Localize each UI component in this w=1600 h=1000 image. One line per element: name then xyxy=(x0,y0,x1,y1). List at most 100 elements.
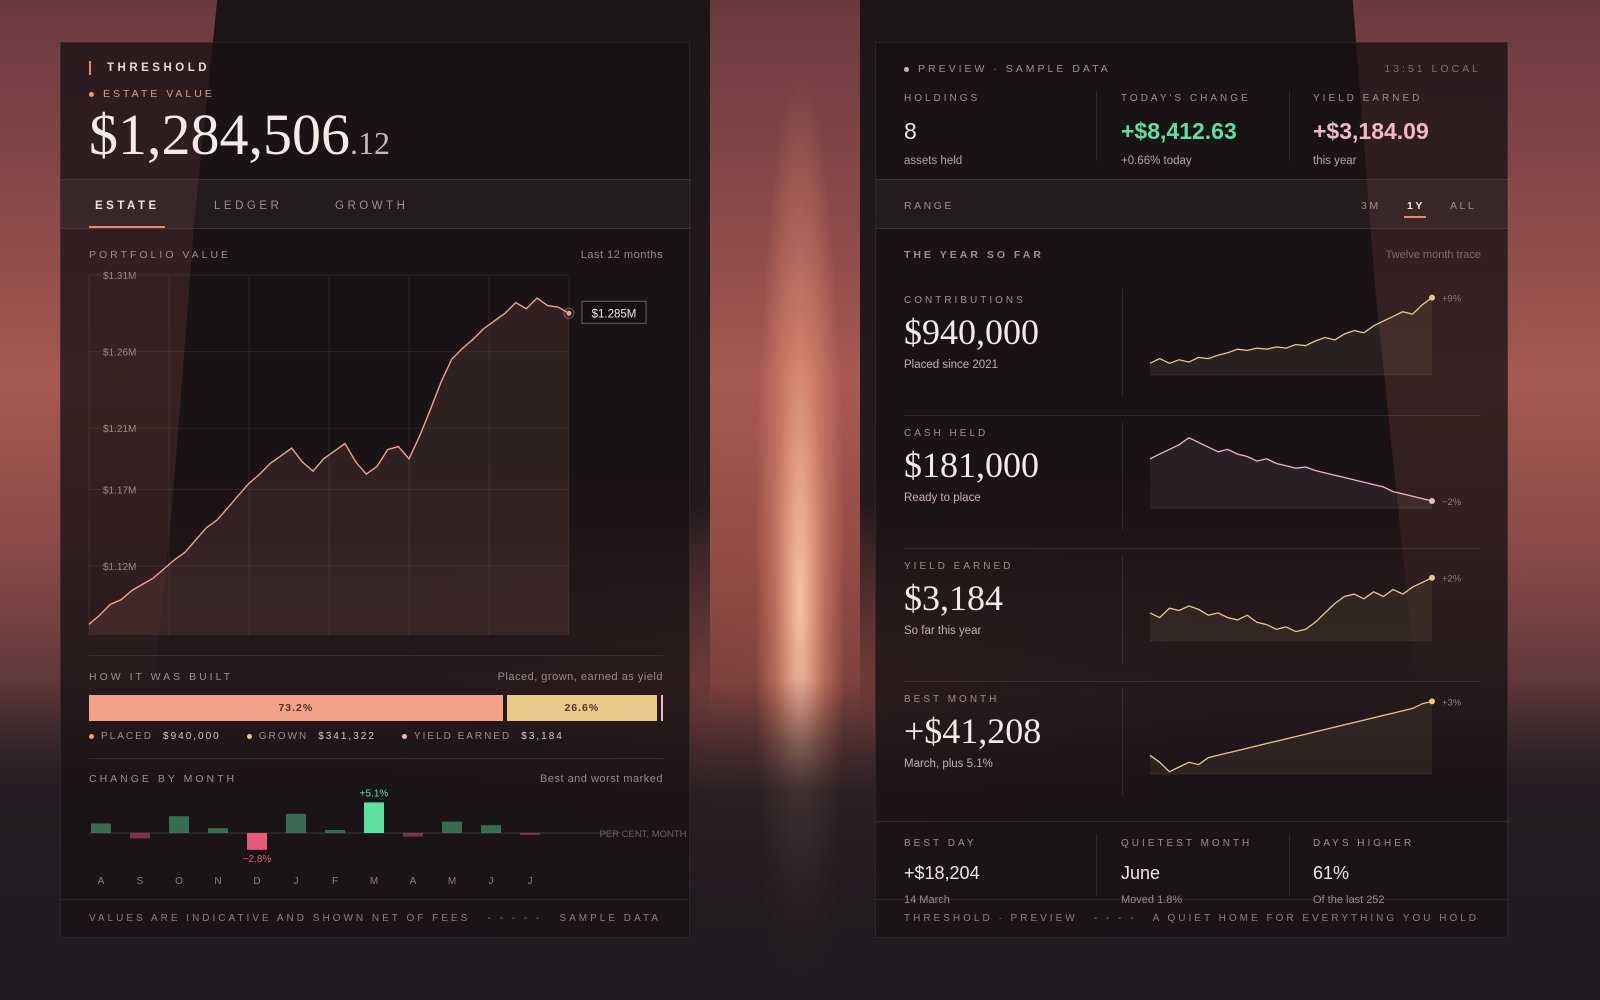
stat-days-higher: DAYS HIGHER 61% Of the last 252 xyxy=(1313,838,1414,906)
footer-tagline: A QUIET HOME FOR EVERYTHING YOU HOLD xyxy=(1152,913,1479,924)
unit-label: PER CENT, MONTH xyxy=(599,829,686,840)
month-bar[interactable] xyxy=(130,833,150,839)
year-header: THE YEAR SO FAR Twelve month trace xyxy=(904,249,1481,261)
built-meta: Placed, grown, earned as yield xyxy=(497,671,663,683)
month-label: J xyxy=(294,876,299,887)
grown-segment[interactable]: 26.6% xyxy=(506,695,658,721)
metric-yield-earned-label: YIELD EARNED xyxy=(904,561,1014,572)
grown-dot-icon xyxy=(246,734,252,739)
cash-held-sparkline[interactable]: −2% xyxy=(1142,418,1482,518)
summary-panel: PREVIEW · SAMPLE DATA 13:51 LOCAL HOLDIN… xyxy=(875,42,1509,938)
month-bar[interactable] xyxy=(208,828,228,833)
tabs-bar: ESTATE LEDGER GROWTH xyxy=(61,179,691,229)
stat-yield-earned: YIELD EARNED +$3,184.09 this year xyxy=(1313,93,1429,167)
active-tab-indicator xyxy=(89,226,165,228)
preview-header: PREVIEW · SAMPLE DATA 13:51 LOCAL xyxy=(904,63,1481,75)
stat-divider xyxy=(1289,834,1290,896)
sparkline-endpoint xyxy=(1429,574,1435,581)
legend-placed-label: PLACED xyxy=(101,731,154,742)
tab-ledger[interactable]: LEDGER xyxy=(214,200,282,212)
placed-segment[interactable]: 73.2% xyxy=(89,695,503,721)
metric-contributions-label: CONTRIBUTIONS xyxy=(904,295,1026,306)
month-label: F xyxy=(332,876,338,887)
month-label: A xyxy=(98,876,105,887)
portfolio-header: PORTFOLIO VALUE Last 12 months xyxy=(89,249,663,261)
legend-yield-value: $3,184 xyxy=(521,731,564,742)
built-title: HOW IT WAS BUILT xyxy=(89,671,234,683)
active-range-indicator xyxy=(1404,216,1426,218)
stat-days-higher-value: 61% xyxy=(1313,863,1350,883)
metric-cash-held-value: $181,000 xyxy=(904,445,1039,485)
contributions-sparkline[interactable]: +9% xyxy=(1142,285,1482,385)
month-bar[interactable] xyxy=(442,821,462,833)
sparkline-change-label: +2% xyxy=(1442,574,1462,585)
sparkline-change-label: +9% xyxy=(1442,294,1462,305)
footer-sample-data: SAMPLE DATA xyxy=(559,913,661,924)
tab-estate[interactable]: ESTATE xyxy=(95,200,160,212)
month-bar[interactable] xyxy=(286,813,306,833)
footer-disclaimer: VALUES ARE INDICATIVE AND SHOWN NET OF F… xyxy=(89,913,471,924)
divider xyxy=(89,655,663,656)
metric-divider xyxy=(1122,289,1123,397)
month-bar[interactable] xyxy=(247,833,267,850)
estate-dot-icon xyxy=(89,92,94,97)
stat-divider xyxy=(1096,91,1097,161)
year-title: THE YEAR SO FAR xyxy=(904,249,1044,261)
range-option-1y[interactable]: 1Y xyxy=(1407,200,1425,212)
stat-days-higher-label: DAYS HIGHER xyxy=(1313,838,1415,849)
month-bar[interactable] xyxy=(325,830,345,833)
month-bar[interactable] xyxy=(520,833,540,835)
tab-growth[interactable]: GROWTH xyxy=(335,200,408,212)
worst-month-label: −2.8% xyxy=(243,854,272,865)
month-bar[interactable] xyxy=(91,823,111,833)
stat-todays-change-sub: +0.66% today xyxy=(1121,155,1192,167)
month-bar[interactable] xyxy=(169,816,189,833)
stat-best-day: BEST DAY +$18,204 14 March xyxy=(904,838,980,906)
monthly-change-chart[interactable]: A S O N D J F M A M J J +5.1% −2.8% PER CENT, MONTH xyxy=(81,787,691,897)
month-label: S xyxy=(137,876,144,887)
range-option-all[interactable]: ALL xyxy=(1450,200,1476,212)
month-bar[interactable] xyxy=(403,833,423,837)
month-bar[interactable] xyxy=(481,825,501,833)
stat-holdings-value: 8 xyxy=(904,118,917,144)
estate-value: $1,284,506.12 xyxy=(89,101,390,168)
best-month-sparkline[interactable]: +3% xyxy=(1142,684,1482,784)
metric-contributions: CONTRIBUTIONS $940,000 Placed since 2021… xyxy=(904,283,1481,416)
stat-best-day-value: +$18,204 xyxy=(904,863,980,883)
stat-todays-change: TODAY'S CHANGE +$8,412.63 +0.66% today xyxy=(1121,93,1251,167)
month-label: M xyxy=(448,876,456,887)
stat-yield-earned-sub: this year xyxy=(1313,155,1357,167)
brand: THRESHOLD xyxy=(89,61,210,75)
stat-todays-change-label: TODAY'S CHANGE xyxy=(1121,93,1251,104)
metric-cash-held-label: CASH HELD xyxy=(904,428,989,439)
legend-grown-label: GROWN xyxy=(258,731,309,742)
portfolio-value-chart[interactable]: $1.12M$1.17M$1.21M$1.26M$1.31MAUGOCTDECF… xyxy=(81,265,691,645)
footer-brand: THRESHOLD · PREVIEW xyxy=(904,913,1078,924)
yield-segment[interactable] xyxy=(661,695,664,721)
range-option-3m[interactable]: 3M xyxy=(1361,200,1381,212)
metric-yield-earned-sub: So far this year xyxy=(904,625,982,637)
composition-bar: 73.2% 26.6% xyxy=(89,695,664,721)
value-tooltip: $1.285M xyxy=(581,300,647,324)
stat-divider xyxy=(1096,834,1097,896)
stat-yield-earned-label: YIELD EARNED xyxy=(1313,93,1423,104)
stat-divider xyxy=(1289,91,1290,161)
stat-holdings-sub: assets held xyxy=(904,155,963,167)
placed-dot-icon xyxy=(89,734,94,739)
footer-dash: - - - - - xyxy=(487,913,543,924)
yield-earned-sparkline[interactable]: +2% xyxy=(1142,551,1482,651)
metric-best-month-sub: March, plus 5.1% xyxy=(904,758,993,770)
sparkline-change-label: −2% xyxy=(1442,497,1462,508)
metric-cash-held-sub: Ready to place xyxy=(904,492,981,504)
y-tick-label: $1.26M xyxy=(103,348,136,359)
portfolio-meta: Last 12 months xyxy=(580,249,663,261)
month-label: D xyxy=(253,876,260,887)
best-month-label: +5.1% xyxy=(360,788,389,799)
right-footer: THRESHOLD · PREVIEW - - - - A QUIET HOME… xyxy=(876,899,1507,937)
legend-grown: GROWN $341,322 xyxy=(246,731,376,742)
month-bar[interactable] xyxy=(364,802,384,833)
metric-divider xyxy=(1122,688,1123,796)
estate-value-label: ESTATE VALUE xyxy=(89,88,215,100)
estate-value-label-text: ESTATE VALUE xyxy=(103,88,215,100)
metric-contributions-sub: Placed since 2021 xyxy=(904,359,998,371)
